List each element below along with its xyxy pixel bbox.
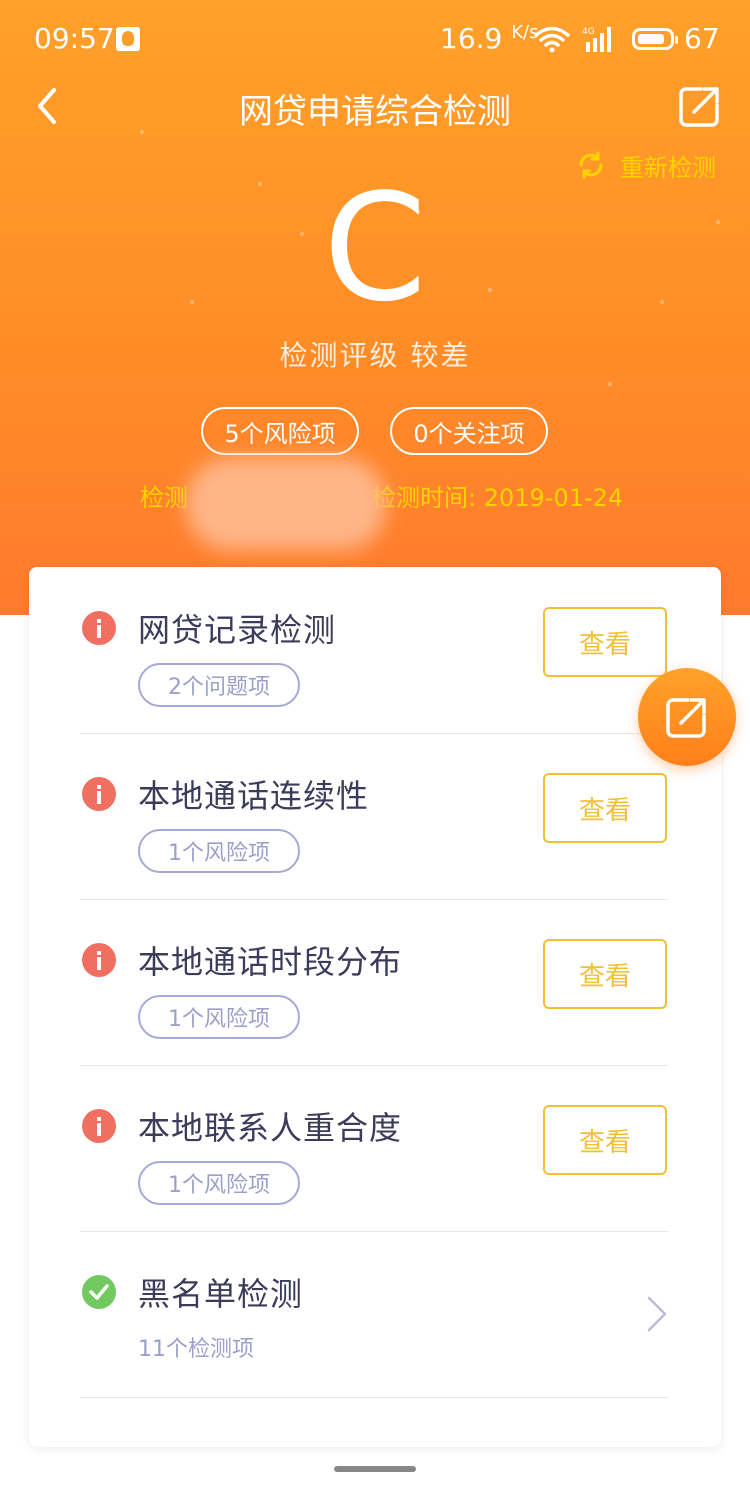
share-fab-button[interactable] (638, 668, 736, 766)
grade-summary: 检测评级 较差 (0, 334, 750, 374)
warning-icon (82, 611, 116, 645)
check-icon (82, 1275, 116, 1309)
list-item[interactable]: 本地通话时段分布 1个风险项 查看 (80, 899, 668, 1066)
share-icon[interactable] (678, 84, 722, 128)
wifi-icon (534, 26, 570, 53)
redacted-region (186, 458, 386, 550)
grade-letter: C (323, 162, 427, 334)
warning-icon (82, 943, 116, 977)
item-tag: 1个风险项 (138, 1161, 300, 1205)
item-label: 黑名单检测 (138, 1275, 304, 1313)
item-label: 本地联系人重合度 (138, 1109, 403, 1147)
share-icon (666, 697, 709, 738)
network-speed: 16.9 K/s (440, 22, 539, 55)
item-tag: 1个风险项 (138, 995, 300, 1039)
list-item[interactable]: 本地联系人重合度 1个风险项 查看 (80, 1065, 668, 1232)
list-item[interactable]: 本地通话连续性 1个风险项 查看 (80, 733, 668, 900)
list-item[interactable]: 网贷记录检测 2个问题项 查看 (80, 567, 668, 734)
item-sub: 11个检测项 (138, 1337, 254, 1362)
grade-label: 检测评级 (279, 339, 400, 372)
view-button[interactable]: 查看 (543, 1105, 667, 1175)
warning-icon (82, 1109, 116, 1143)
focus-count-pill[interactable]: 0个关注项 (390, 407, 548, 455)
chevron-right-icon (647, 1296, 667, 1332)
detect-time: 检测时间: 2019-01-24 (372, 484, 624, 512)
risk-count-pill[interactable]: 5个风险项 (201, 407, 359, 455)
svg-text:4G: 4G (582, 27, 595, 37)
list-item[interactable]: 黑名单检测 11个检测项 (80, 1231, 668, 1398)
status-time: 09:57 (34, 22, 115, 55)
battery-level: 67 (684, 22, 720, 55)
view-button[interactable]: 查看 (543, 939, 667, 1009)
battery-icon (632, 28, 678, 50)
item-label: 本地通话时段分布 (138, 943, 403, 981)
status-bar: 09:57 16.9 K/s 4G 67 (0, 0, 750, 80)
page-title: 网贷申请综合检测 (239, 92, 511, 132)
warning-icon (82, 777, 116, 811)
view-button[interactable]: 查看 (543, 773, 667, 843)
result-card: 网贷记录检测 2个问题项 查看 本地通话连续性 1个风险项 查看 本地通话时段分… (29, 567, 721, 1447)
signal-4g-icon: 4G (582, 24, 618, 58)
meta-info-left: 检测 (140, 484, 188, 512)
item-label: 本地通话连续性 (138, 777, 370, 815)
item-label: 网贷记录检测 (138, 611, 337, 649)
view-button[interactable]: 查看 (543, 607, 667, 677)
item-tag: 1个风险项 (138, 829, 300, 873)
qq-notification-icon (116, 27, 140, 51)
home-indicator[interactable] (334, 1466, 416, 1472)
grade-value: 较差 (410, 339, 471, 372)
item-tag: 2个问题项 (138, 663, 300, 707)
